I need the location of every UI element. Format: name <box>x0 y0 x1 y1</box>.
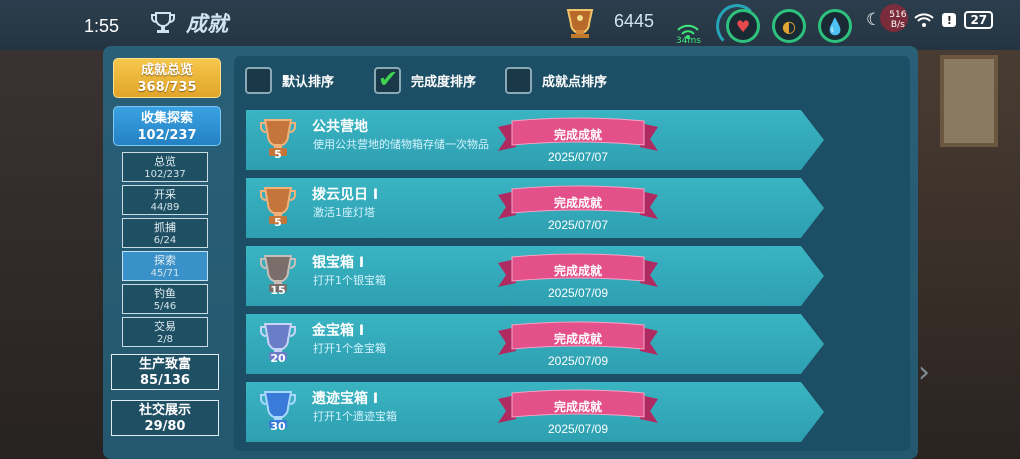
nav-wealth-count: 85/136 <box>140 373 190 388</box>
wifi-icon <box>914 13 935 27</box>
completed-status: 完成成就 <box>553 196 602 210</box>
nav-sub-count: 44/89 <box>150 202 180 213</box>
nav-sub-label: 交易 <box>154 320 176 333</box>
nav-sub-label: 总览 <box>154 155 176 168</box>
nav-overview-label: 成就总览 <box>140 63 193 78</box>
nav-sub-capture[interactable]: 抓捕 6/24 <box>122 218 208 248</box>
completion-date: 2025/07/09 <box>547 286 609 300</box>
trophy-icon <box>151 12 175 33</box>
completed-status: 完成成就 <box>553 400 602 414</box>
achievement-points: 5 <box>274 148 282 161</box>
achievement-description: 打开1个银宝箱 <box>313 274 386 287</box>
sort-points-label: 成就点排序 <box>542 75 608 90</box>
checkmark-icon: ✔ <box>378 65 399 93</box>
nav-sub-label: 抓捕 <box>154 221 176 234</box>
battery-level: 27 <box>964 11 994 29</box>
achievement-points: 30 <box>270 420 286 433</box>
achievement-name: 遗迹宝箱 I <box>312 391 379 407</box>
nav-overview-count: 368/735 <box>137 80 197 95</box>
nav-sub-count: 45/71 <box>150 268 180 279</box>
nav-sub-label: 开采 <box>154 188 176 201</box>
background-painting <box>940 55 998 147</box>
chevron-right-icon[interactable]: › <box>918 355 930 390</box>
heart-icon[interactable]: ♥ <box>726 9 760 43</box>
nav-wealth-label: 生产致富 <box>138 357 191 372</box>
nav-collect-label: 收集探索 <box>140 111 193 126</box>
sort-default-label: 默认排序 <box>282 75 335 90</box>
achievement-description: 打开1个金宝箱 <box>313 342 386 355</box>
achievement-name: 拨云见日 I <box>312 187 379 203</box>
nav-collect-count: 102/237 <box>137 128 197 143</box>
achievement-points: 5 <box>274 216 282 229</box>
nav-sub-mining[interactable]: 开采 44/89 <box>122 185 208 215</box>
achievement-description: 打开1个遗迹宝箱 <box>313 410 397 423</box>
nav-sub-trade[interactable]: 交易 2/8 <box>122 317 208 347</box>
completed-status: 完成成就 <box>553 264 602 278</box>
achievement-name: 公共营地 <box>312 119 368 135</box>
page-title: 成就 <box>186 12 228 36</box>
nav-sub-explore[interactable]: 探索 45/71 <box>122 251 208 281</box>
nav-sub-count: 2/8 <box>156 334 174 345</box>
completion-date: 2025/07/07 <box>547 218 609 232</box>
ping-value: 34ms <box>676 36 701 46</box>
moon-icon: ☾ <box>866 10 882 30</box>
network-speed: 516 B/s <box>889 10 906 30</box>
sort-default[interactable]: 默认排序 <box>245 67 334 94</box>
sort-completion-label: 完成度排序 <box>411 75 477 90</box>
sort-default-checkbox[interactable] <box>245 67 272 94</box>
nav-social-display[interactable]: 社交展示 29/80 <box>111 400 219 436</box>
achievement-name: 银宝箱 I <box>312 255 365 271</box>
sort-points-checkbox[interactable] <box>505 67 532 94</box>
nav-achievement-overview[interactable]: 成就总览 368/735 <box>113 58 221 98</box>
nav-sub-label: 钓鱼 <box>154 287 176 300</box>
completed-status: 完成成就 <box>553 332 602 346</box>
nav-sub-label: 探索 <box>154 254 176 267</box>
achievement-points: 20 <box>270 352 286 365</box>
network-speed-value: 516 <box>889 10 907 20</box>
window-title: 成就 <box>150 8 228 38</box>
nav-social-count: 29/80 <box>144 419 186 434</box>
achievement-name: 金宝箱 I <box>312 323 365 339</box>
achievement-description: 激活1座灯塔 <box>313 206 375 219</box>
network-speed-unit: B/s <box>890 20 905 30</box>
nav-social-label: 社交展示 <box>138 403 191 418</box>
sort-points[interactable]: 成就点排序 <box>505 67 607 94</box>
nav-sub-count: 102/237 <box>144 169 186 180</box>
nav-sub-fishing[interactable]: 钓鱼 5/46 <box>122 284 208 314</box>
sort-completion[interactable]: ✔ 完成度排序 <box>374 65 477 94</box>
nav-collect-explore[interactable]: 收集探索 102/237 <box>113 106 221 146</box>
nav-sub-overview[interactable]: 总览 102/237 <box>122 152 208 182</box>
hunger-icon[interactable]: ◐ <box>772 9 806 43</box>
total-points-trophy-icon <box>566 9 594 38</box>
background-left-room <box>0 40 110 459</box>
system-status-icons: ☾ 516 B/s ! 27 <box>866 10 994 30</box>
completion-date: 2025/07/09 <box>547 422 609 436</box>
completion-date: 2025/07/09 <box>547 354 609 368</box>
water-drop-icon[interactable]: 💧 <box>818 9 852 43</box>
total-achievement-points: 6445 <box>614 11 655 31</box>
completion-date: 2025/07/07 <box>547 150 609 164</box>
nav-production-wealth[interactable]: 生产致富 85/136 <box>111 354 219 390</box>
achievement-description: 使用公共营地的储物箱存储一次物品 <box>313 138 489 151</box>
nav-sub-count: 6/24 <box>153 235 177 246</box>
alert-icon: ! <box>942 13 957 27</box>
sort-completion-checkbox[interactable]: ✔ <box>374 65 401 94</box>
completed-status: 完成成就 <box>553 128 602 142</box>
achievement-points: 15 <box>270 284 286 297</box>
clock: 1:55 <box>84 16 120 36</box>
nav-sub-count: 5/46 <box>153 301 177 312</box>
